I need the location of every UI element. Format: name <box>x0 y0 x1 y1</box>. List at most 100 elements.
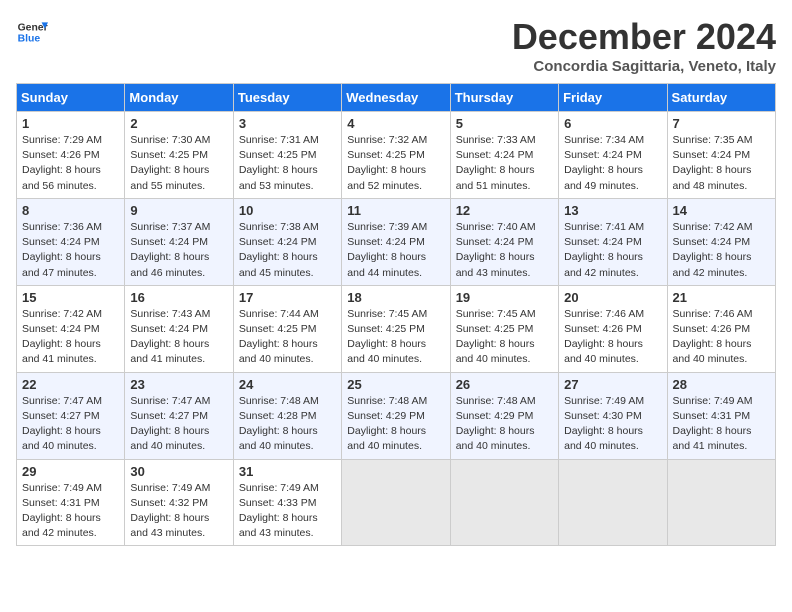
weekday-header-cell: Wednesday <box>342 84 450 112</box>
day-info: Sunrise: 7:40 AMSunset: 4:24 PMDaylight:… <box>456 221 536 279</box>
day-info: Sunrise: 7:45 AMSunset: 4:25 PMDaylight:… <box>456 308 536 366</box>
svg-text:Blue: Blue <box>18 34 41 45</box>
weekday-header-cell: Thursday <box>450 84 558 112</box>
calendar-day-cell: 31 Sunrise: 7:49 AMSunset: 4:33 PMDaylig… <box>233 459 341 546</box>
day-info: Sunrise: 7:48 AMSunset: 4:29 PMDaylight:… <box>456 395 536 453</box>
calendar-day-cell: 2 Sunrise: 7:30 AMSunset: 4:25 PMDayligh… <box>125 112 233 199</box>
logo-icon: General Blue <box>16 16 48 48</box>
day-number: 2 <box>130 116 227 131</box>
calendar-day-cell <box>667 459 775 546</box>
day-number: 27 <box>564 377 661 392</box>
day-number: 31 <box>239 464 336 479</box>
day-number: 7 <box>673 116 770 131</box>
calendar-table: SundayMondayTuesdayWednesdayThursdayFrid… <box>16 83 776 546</box>
calendar-day-cell: 16 Sunrise: 7:43 AMSunset: 4:24 PMDaylig… <box>125 285 233 372</box>
day-number: 12 <box>456 203 553 218</box>
day-info: Sunrise: 7:41 AMSunset: 4:24 PMDaylight:… <box>564 221 644 279</box>
logo: General Blue <box>16 16 48 48</box>
day-info: Sunrise: 7:44 AMSunset: 4:25 PMDaylight:… <box>239 308 319 366</box>
day-info: Sunrise: 7:37 AMSunset: 4:24 PMDaylight:… <box>130 221 210 279</box>
day-number: 13 <box>564 203 661 218</box>
day-number: 28 <box>673 377 770 392</box>
calendar-day-cell: 12 Sunrise: 7:40 AMSunset: 4:24 PMDaylig… <box>450 198 558 285</box>
calendar-day-cell: 15 Sunrise: 7:42 AMSunset: 4:24 PMDaylig… <box>17 285 125 372</box>
calendar-day-cell: 30 Sunrise: 7:49 AMSunset: 4:32 PMDaylig… <box>125 459 233 546</box>
day-number: 15 <box>22 290 119 305</box>
day-number: 4 <box>347 116 444 131</box>
calendar-day-cell <box>342 459 450 546</box>
calendar-week-row: 15 Sunrise: 7:42 AMSunset: 4:24 PMDaylig… <box>17 285 776 372</box>
day-number: 23 <box>130 377 227 392</box>
calendar-day-cell: 20 Sunrise: 7:46 AMSunset: 4:26 PMDaylig… <box>559 285 667 372</box>
weekday-header-cell: Tuesday <box>233 84 341 112</box>
calendar-day-cell: 21 Sunrise: 7:46 AMSunset: 4:26 PMDaylig… <box>667 285 775 372</box>
day-number: 5 <box>456 116 553 131</box>
calendar-day-cell: 1 Sunrise: 7:29 AMSunset: 4:26 PMDayligh… <box>17 112 125 199</box>
calendar-day-cell: 26 Sunrise: 7:48 AMSunset: 4:29 PMDaylig… <box>450 372 558 459</box>
weekday-header-cell: Saturday <box>667 84 775 112</box>
calendar-week-row: 8 Sunrise: 7:36 AMSunset: 4:24 PMDayligh… <box>17 198 776 285</box>
weekday-header-cell: Monday <box>125 84 233 112</box>
day-info: Sunrise: 7:49 AMSunset: 4:32 PMDaylight:… <box>130 482 210 540</box>
calendar-day-cell: 3 Sunrise: 7:31 AMSunset: 4:25 PMDayligh… <box>233 112 341 199</box>
day-info: Sunrise: 7:34 AMSunset: 4:24 PMDaylight:… <box>564 134 644 192</box>
day-number: 21 <box>673 290 770 305</box>
day-number: 11 <box>347 203 444 218</box>
day-info: Sunrise: 7:30 AMSunset: 4:25 PMDaylight:… <box>130 134 210 192</box>
day-info: Sunrise: 7:35 AMSunset: 4:24 PMDaylight:… <box>673 134 753 192</box>
calendar-day-cell <box>559 459 667 546</box>
day-number: 14 <box>673 203 770 218</box>
day-info: Sunrise: 7:49 AMSunset: 4:33 PMDaylight:… <box>239 482 319 540</box>
day-number: 22 <box>22 377 119 392</box>
location-subtitle: Concordia Sagittaria, Veneto, Italy <box>512 58 776 75</box>
header: General Blue December 2024 Concordia Sag… <box>16 16 776 75</box>
weekday-header-cell: Sunday <box>17 84 125 112</box>
title-area: December 2024 Concordia Sagittaria, Vene… <box>512 16 776 75</box>
day-info: Sunrise: 7:49 AMSunset: 4:30 PMDaylight:… <box>564 395 644 453</box>
calendar-day-cell: 25 Sunrise: 7:48 AMSunset: 4:29 PMDaylig… <box>342 372 450 459</box>
calendar-day-cell: 24 Sunrise: 7:48 AMSunset: 4:28 PMDaylig… <box>233 372 341 459</box>
day-number: 9 <box>130 203 227 218</box>
day-number: 19 <box>456 290 553 305</box>
calendar-day-cell: 23 Sunrise: 7:47 AMSunset: 4:27 PMDaylig… <box>125 372 233 459</box>
day-info: Sunrise: 7:48 AMSunset: 4:29 PMDaylight:… <box>347 395 427 453</box>
calendar-day-cell: 19 Sunrise: 7:45 AMSunset: 4:25 PMDaylig… <box>450 285 558 372</box>
day-number: 18 <box>347 290 444 305</box>
day-number: 6 <box>564 116 661 131</box>
day-number: 16 <box>130 290 227 305</box>
calendar-week-row: 22 Sunrise: 7:47 AMSunset: 4:27 PMDaylig… <box>17 372 776 459</box>
calendar-day-cell: 27 Sunrise: 7:49 AMSunset: 4:30 PMDaylig… <box>559 372 667 459</box>
calendar-day-cell: 7 Sunrise: 7:35 AMSunset: 4:24 PMDayligh… <box>667 112 775 199</box>
day-info: Sunrise: 7:46 AMSunset: 4:26 PMDaylight:… <box>673 308 753 366</box>
day-number: 3 <box>239 116 336 131</box>
day-info: Sunrise: 7:47 AMSunset: 4:27 PMDaylight:… <box>22 395 102 453</box>
calendar-week-row: 1 Sunrise: 7:29 AMSunset: 4:26 PMDayligh… <box>17 112 776 199</box>
day-info: Sunrise: 7:43 AMSunset: 4:24 PMDaylight:… <box>130 308 210 366</box>
day-info: Sunrise: 7:42 AMSunset: 4:24 PMDaylight:… <box>673 221 753 279</box>
day-number: 30 <box>130 464 227 479</box>
day-info: Sunrise: 7:45 AMSunset: 4:25 PMDaylight:… <box>347 308 427 366</box>
day-number: 29 <box>22 464 119 479</box>
calendar-week-row: 29 Sunrise: 7:49 AMSunset: 4:31 PMDaylig… <box>17 459 776 546</box>
calendar-day-cell: 5 Sunrise: 7:33 AMSunset: 4:24 PMDayligh… <box>450 112 558 199</box>
weekday-header-cell: Friday <box>559 84 667 112</box>
day-number: 17 <box>239 290 336 305</box>
day-number: 1 <box>22 116 119 131</box>
day-info: Sunrise: 7:49 AMSunset: 4:31 PMDaylight:… <box>22 482 102 540</box>
calendar-day-cell: 28 Sunrise: 7:49 AMSunset: 4:31 PMDaylig… <box>667 372 775 459</box>
calendar-body: 1 Sunrise: 7:29 AMSunset: 4:26 PMDayligh… <box>17 112 776 546</box>
day-info: Sunrise: 7:48 AMSunset: 4:28 PMDaylight:… <box>239 395 319 453</box>
day-info: Sunrise: 7:46 AMSunset: 4:26 PMDaylight:… <box>564 308 644 366</box>
day-info: Sunrise: 7:49 AMSunset: 4:31 PMDaylight:… <box>673 395 753 453</box>
calendar-day-cell <box>450 459 558 546</box>
day-number: 8 <box>22 203 119 218</box>
weekday-header-row: SundayMondayTuesdayWednesdayThursdayFrid… <box>17 84 776 112</box>
calendar-day-cell: 29 Sunrise: 7:49 AMSunset: 4:31 PMDaylig… <box>17 459 125 546</box>
calendar-day-cell: 13 Sunrise: 7:41 AMSunset: 4:24 PMDaylig… <box>559 198 667 285</box>
day-info: Sunrise: 7:33 AMSunset: 4:24 PMDaylight:… <box>456 134 536 192</box>
day-info: Sunrise: 7:38 AMSunset: 4:24 PMDaylight:… <box>239 221 319 279</box>
calendar-day-cell: 17 Sunrise: 7:44 AMSunset: 4:25 PMDaylig… <box>233 285 341 372</box>
calendar-day-cell: 6 Sunrise: 7:34 AMSunset: 4:24 PMDayligh… <box>559 112 667 199</box>
day-number: 25 <box>347 377 444 392</box>
day-number: 24 <box>239 377 336 392</box>
